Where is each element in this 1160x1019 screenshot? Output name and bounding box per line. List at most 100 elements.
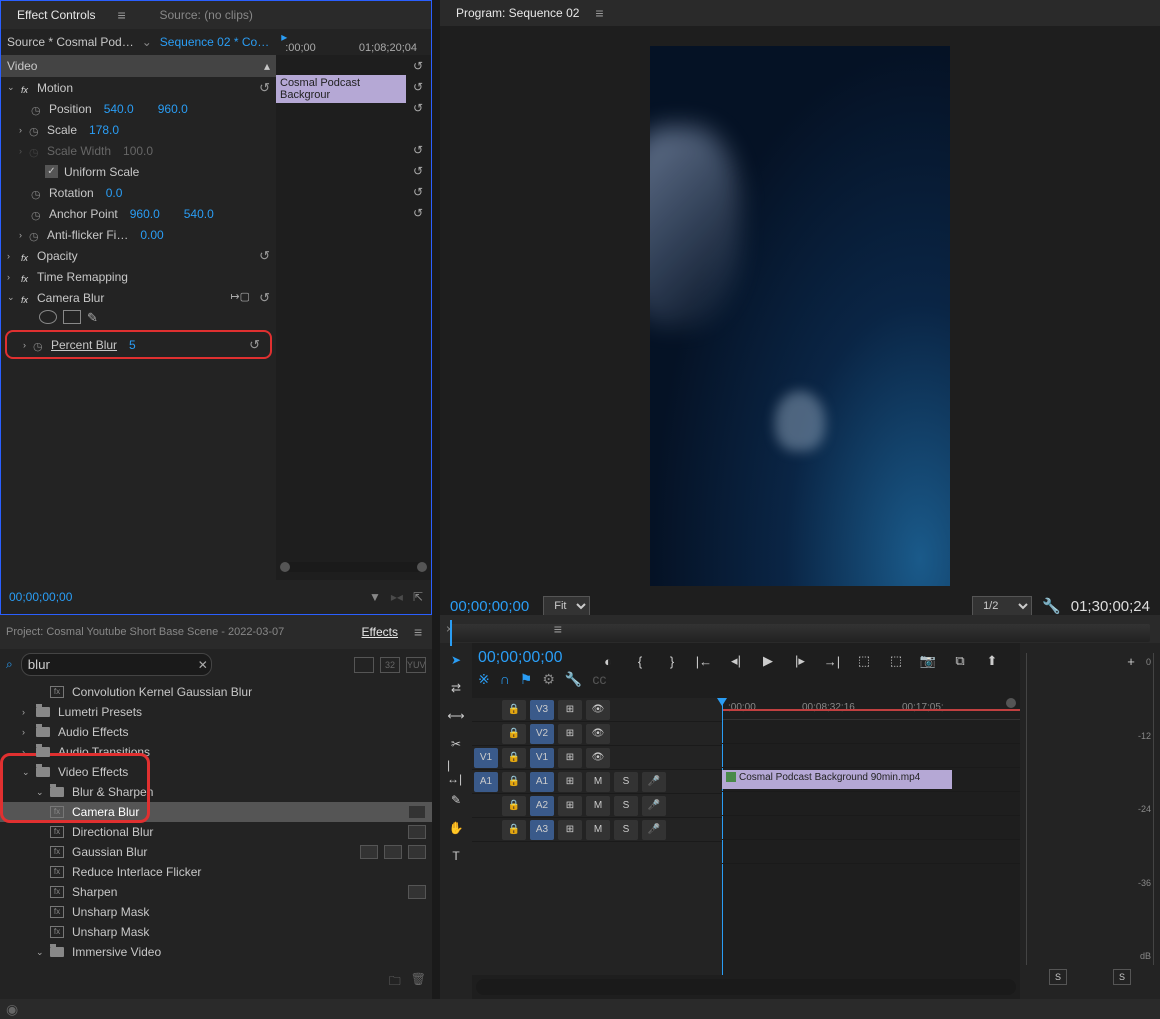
effect-item[interactable]: Directional Blur	[0, 822, 432, 842]
track-header[interactable]: 🔒A2⊞MS🎤	[472, 794, 722, 818]
track-target[interactable]: A2	[530, 796, 554, 816]
effect-item[interactable]: Unsharp Mask	[0, 922, 432, 942]
video-lane[interactable]: Cosmal Podcast Background 90min.mp4	[722, 768, 1020, 792]
clear-search-icon[interactable]: ✕	[198, 658, 208, 672]
reset-icon[interactable]	[259, 248, 270, 264]
mute-button[interactable]: M	[586, 820, 610, 840]
reset-icon[interactable]: ↺	[413, 206, 423, 220]
program-monitor-tab[interactable]: Program: Sequence 02	[446, 0, 589, 26]
track-select-tool-icon[interactable]: ⇄	[447, 679, 465, 697]
sync-lock-icon[interactable]: ⊞	[558, 796, 582, 816]
program-timecode[interactable]: 00;00;00;00	[450, 598, 529, 615]
track-target[interactable]: A1	[530, 772, 554, 792]
fx-icon[interactable]	[21, 292, 33, 304]
track-header[interactable]: A1🔒A1⊞MS🎤	[472, 770, 722, 794]
panel-menu-icon[interactable]	[117, 7, 129, 23]
yuv-effects-icon[interactable]: YUV	[406, 657, 426, 673]
opacity-effect[interactable]: › Opacity	[1, 245, 276, 266]
lock-icon[interactable]: 🔒	[502, 748, 526, 768]
hand-tool-icon[interactable]: ✋	[447, 819, 465, 837]
anchor-point-property[interactable]: Anchor Point 960.0 540.0	[1, 203, 276, 224]
keyframe-nav-icon[interactable]: ▸◂	[391, 590, 403, 604]
video-lane[interactable]	[722, 720, 1020, 744]
zoom-handle[interactable]	[1006, 698, 1016, 708]
solo-button[interactable]: S	[614, 820, 638, 840]
effect-item[interactable]: Reduce Interlace Flicker	[0, 862, 432, 882]
track-header[interactable]: 🔒A3⊞MS🎤	[472, 818, 722, 842]
motion-effect[interactable]: ⌄ Motion	[1, 77, 276, 98]
timeline-scrollbar[interactable]	[476, 979, 1016, 995]
track-target[interactable]: A3	[530, 820, 554, 840]
slip-tool-icon[interactable]: |↔|	[447, 763, 465, 781]
effect-item[interactable]: Sharpen	[0, 882, 432, 902]
stopwatch-icon[interactable]	[29, 124, 41, 136]
rotation-property[interactable]: Rotation 0.0	[1, 182, 276, 203]
time-remapping-effect[interactable]: › Time Remapping	[1, 266, 276, 287]
caption-icon[interactable]: cc	[592, 671, 606, 688]
razor-tool-icon[interactable]: ✂	[447, 735, 465, 753]
track-header[interactable]: 🔒V2⊞👁	[472, 722, 722, 746]
stopwatch-icon[interactable]	[33, 339, 45, 351]
track-header[interactable]: 🔒V3⊞👁	[472, 698, 722, 722]
type-tool-icon[interactable]: T	[447, 847, 465, 865]
voiceover-icon[interactable]: 🎤	[642, 796, 666, 816]
zoom-select[interactable]: Fit	[543, 596, 590, 616]
settings-icon[interactable]: 🔧	[1042, 597, 1061, 615]
toggle-output-icon[interactable]: 👁	[586, 700, 610, 720]
project-name[interactable]: Project: Cosmal Youtube Short Base Scene…	[6, 626, 284, 638]
source-patch[interactable]: V1	[474, 748, 498, 768]
effect-item[interactable]: Gaussian Blur	[0, 842, 432, 862]
antiflicker-property[interactable]: › Anti-flicker Fi… 0.00	[1, 224, 276, 245]
program-monitor[interactable]	[440, 26, 1160, 586]
timeline-clip[interactable]: Cosmal Podcast Background 90min.mp4	[722, 770, 952, 789]
audio-lane[interactable]	[722, 816, 1020, 840]
fx-icon[interactable]	[21, 82, 33, 94]
panel-menu-icon[interactable]	[414, 624, 426, 640]
timeline-ruler[interactable]: ;00;00 00;08;32;16 00;17;05;	[722, 698, 1020, 720]
position-property[interactable]: Position 540.0 960.0	[1, 98, 276, 119]
track-target[interactable]: V2	[530, 724, 554, 744]
fx-icon[interactable]	[21, 271, 33, 283]
timeline-clip[interactable]: Cosmal Podcast Backgrour	[276, 75, 406, 103]
effects-tree[interactable]: Convolution Kernel Gaussian Blur›Lumetri…	[0, 680, 432, 966]
effects-folder[interactable]: ⌄Blur & Sharpen	[0, 782, 432, 802]
voiceover-icon[interactable]: 🎤	[642, 772, 666, 792]
delete-icon[interactable]: 🗑	[411, 972, 426, 993]
effect-item[interactable]: Unsharp Mask	[0, 902, 432, 922]
reset-icon[interactable]: ↺	[413, 143, 423, 157]
pen-tool-icon[interactable]: ✎	[447, 791, 465, 809]
pin-icon[interactable]: ⇱	[413, 590, 423, 604]
track-header[interactable]: V1🔒V1⊞👁	[472, 746, 722, 770]
toggle-output-icon[interactable]: 👁	[586, 724, 610, 744]
sequence-link[interactable]: Sequence 02 * Co…	[160, 35, 269, 49]
audio-lane[interactable]	[722, 840, 1020, 864]
rect-mask-button[interactable]	[63, 310, 81, 324]
lock-icon[interactable]: 🔒	[502, 772, 526, 792]
effects-tab[interactable]: Effects	[352, 619, 408, 645]
sync-lock-icon[interactable]: ⊞	[558, 700, 582, 720]
stopwatch-icon[interactable]	[31, 208, 43, 220]
video-section-header[interactable]: Video▴	[1, 55, 276, 77]
effects-folder[interactable]: ›Lumetri Presets	[0, 702, 432, 722]
mute-button[interactable]: M	[586, 772, 610, 792]
source-patch[interactable]: A1	[474, 772, 498, 792]
effects-folder[interactable]: ⌄Video Effects	[0, 762, 432, 782]
toggle-output-icon[interactable]: 👁	[586, 748, 610, 768]
reset-icon[interactable]: ↺	[413, 185, 423, 199]
pen-mask-button[interactable]: ✎	[87, 310, 98, 326]
effect-controls-tab[interactable]: Effect Controls	[7, 2, 105, 28]
linked-selection-icon[interactable]: ∩	[500, 671, 510, 688]
reset-icon[interactable]: ↺	[413, 59, 423, 73]
camera-blur-effect[interactable]: ⌄ Camera Blur ↦▢	[1, 287, 276, 308]
stopwatch-icon[interactable]	[31, 187, 43, 199]
effect-item[interactable]: Camera Blur	[0, 802, 432, 822]
lock-icon[interactable]: 🔒	[502, 700, 526, 720]
reset-icon[interactable]	[249, 337, 260, 353]
resolution-select[interactable]: 1/2	[972, 596, 1032, 616]
ellipse-mask-button[interactable]	[39, 310, 57, 324]
reset-icon[interactable]: ↺	[413, 80, 423, 94]
timeline-timecode[interactable]: 00;00;00;00	[478, 649, 563, 666]
effects-folder[interactable]: ›Audio Effects	[0, 722, 432, 742]
settings-icon[interactable]: ⚙	[542, 671, 555, 688]
solo-button[interactable]: S	[614, 772, 638, 792]
